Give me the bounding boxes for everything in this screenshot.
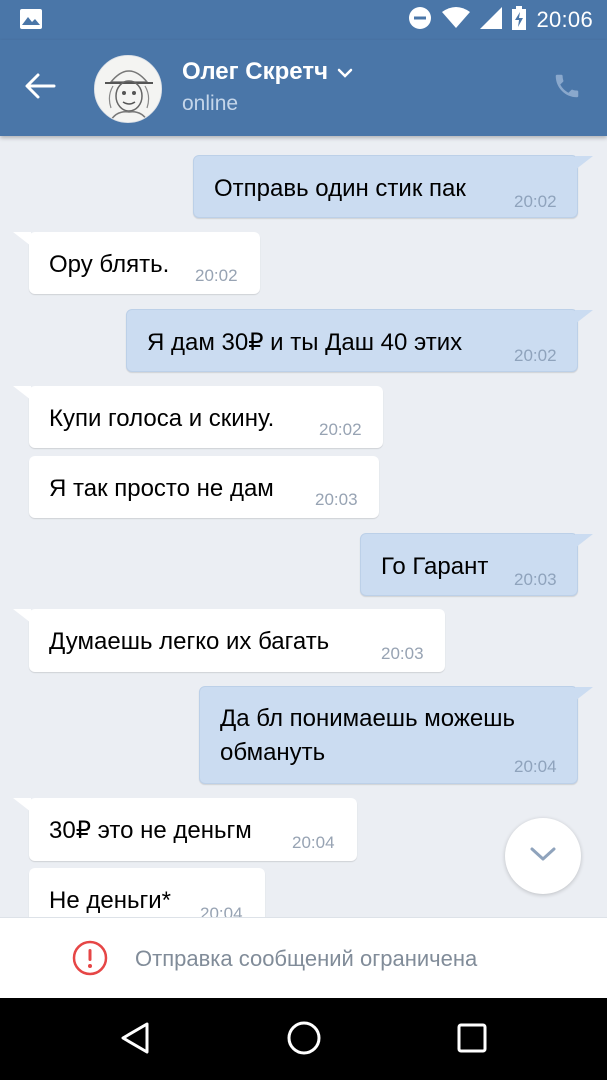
message-time: 20:02 [514, 346, 557, 365]
phone-icon [552, 71, 582, 106]
message-text: 30₽ это не деньгм [49, 817, 252, 844]
message-time: 20:03 [381, 644, 424, 663]
scroll-to-bottom-button[interactable] [505, 818, 581, 894]
image-notification-icon [20, 9, 42, 29]
contact-status: online [182, 92, 239, 115]
nav-back-button[interactable] [115, 1020, 155, 1060]
message-text-line-2: обмануть [220, 739, 326, 766]
recents-square-icon [456, 1022, 488, 1059]
message-time: 20:04 [514, 757, 557, 776]
contact-name-button[interactable]: Олег Скретч [182, 58, 354, 86]
message-time: 20:04 [292, 833, 335, 852]
warning-circle-icon [72, 940, 108, 981]
signal-icon [480, 6, 503, 34]
message-bubble-incoming[interactable]: Не деньги* 20:04 [29, 868, 265, 917]
message-text: Ору блять. [49, 251, 170, 278]
chat-header: Олег Скретч online [0, 40, 607, 136]
message-bubble-incoming[interactable]: Я так просто не дам 20:03 [29, 456, 379, 518]
messaging-restricted-bar: Отправка сообщений ограничена [0, 917, 607, 998]
back-arrow-icon [24, 72, 56, 105]
message-bubble-outgoing[interactable]: Го Гарант 20:03 [360, 533, 593, 596]
message-time: 20:02 [195, 266, 238, 285]
nav-recents-button[interactable] [452, 1020, 492, 1060]
message-bubble-incoming[interactable]: Купи голоса и скину. 20:02 [13, 386, 383, 448]
message-text: Я так просто не дам [49, 475, 274, 502]
do-not-disturb-icon [408, 6, 432, 35]
system-navigation-bar [0, 998, 607, 1080]
message-text: Отправь один стик пак [214, 175, 466, 202]
message-text: Не деньги* [49, 887, 171, 914]
message-text: Го Гарант [381, 553, 489, 580]
message-bubble-outgoing[interactable]: Я дам 30₽ и ты Даш 40 этих 20:02 [126, 309, 593, 372]
message-bubble-outgoing[interactable]: Отправь один стик пак 20:02 [193, 155, 593, 218]
contact-name: Олег Скретч [182, 58, 329, 85]
nav-home-button[interactable] [284, 1020, 324, 1060]
message-time: 20:02 [514, 192, 557, 211]
status-bar: 20:06 [0, 0, 607, 40]
message-time: 20:02 [319, 420, 362, 439]
battery-charging-icon [512, 5, 527, 35]
message-text: Купи голоса и скину. [49, 405, 275, 432]
restriction-text: Отправка сообщений ограничена [135, 946, 478, 971]
back-button[interactable] [20, 68, 60, 108]
message-time: 20:03 [514, 570, 557, 589]
wifi-icon [442, 6, 471, 34]
call-button[interactable] [549, 70, 585, 106]
status-time: 20:06 [536, 7, 593, 32]
message-bubble-incoming[interactable]: Думаешь легко их багать 20:03 [13, 609, 445, 672]
message-bubble-incoming[interactable]: 30₽ это не деньгм 20:04 [13, 798, 357, 861]
message-text: Думаешь легко их багать [49, 628, 330, 655]
chevron-down-icon [336, 58, 354, 86]
message-text: Я дам 30₽ и ты Даш 40 этих [147, 329, 463, 356]
message-list[interactable]: Отправь один стик пак 20:02 Ору блять. 2… [0, 136, 607, 917]
home-circle-icon [286, 1020, 322, 1061]
message-text-line-1: Да бл понимаешь можешь [220, 705, 515, 732]
message-bubble-incoming[interactable]: Ору блять. 20:02 [13, 232, 260, 294]
avatar[interactable] [94, 55, 162, 123]
message-bubble-outgoing[interactable]: Да бл понимаешь можешь обмануть 20:04 [199, 686, 593, 784]
back-triangle-icon [119, 1021, 151, 1060]
chevron-down-icon [529, 846, 557, 867]
message-time: 20:03 [315, 490, 358, 509]
message-time: 20:04 [200, 904, 243, 917]
